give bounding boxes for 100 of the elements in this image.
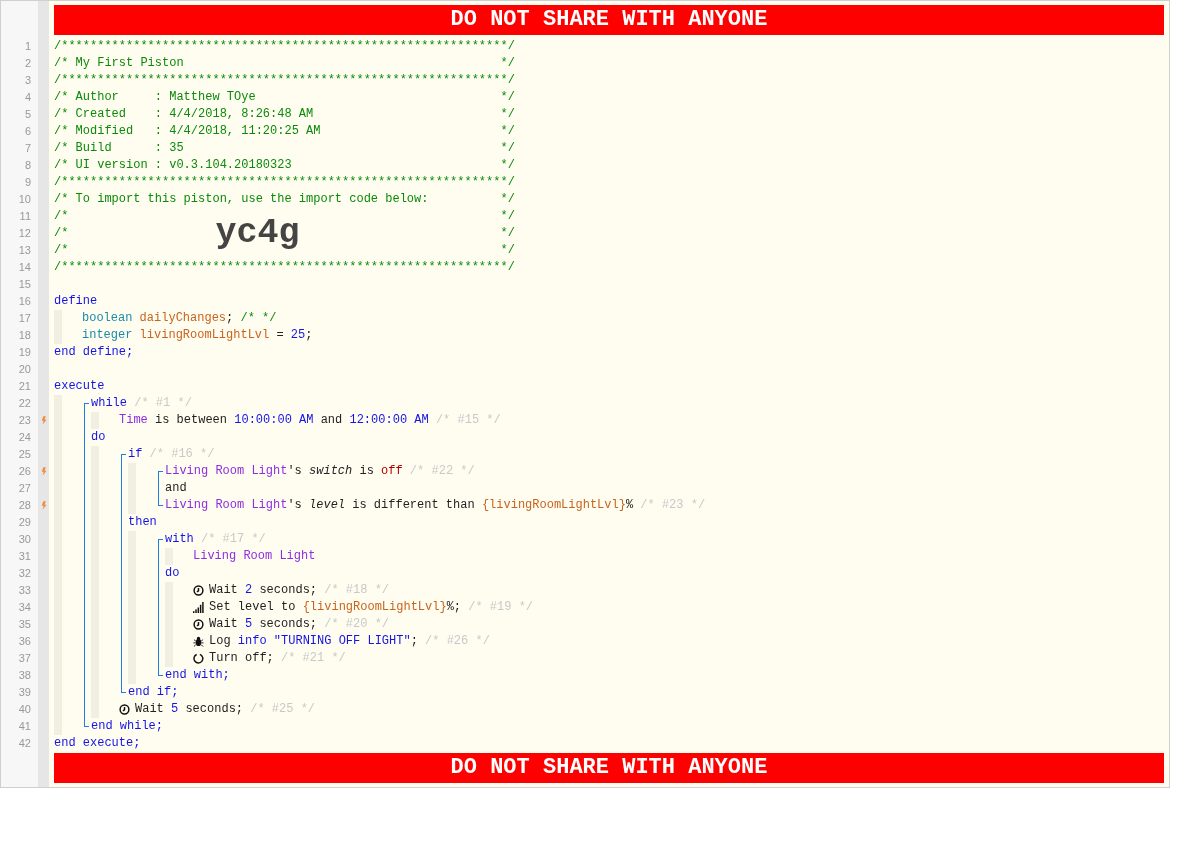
code-text: and	[319, 412, 344, 429]
comment-text: /* */	[239, 310, 277, 327]
keyword: execute	[54, 378, 105, 395]
line-number: 35	[18, 617, 31, 632]
comment-text: */	[500, 89, 515, 106]
line-number: 29	[18, 515, 31, 530]
line-number: 34	[18, 600, 31, 615]
code-text: Wait	[209, 582, 239, 599]
block-bracket	[158, 471, 163, 506]
line-number: 26	[18, 464, 31, 479]
keyword: do	[91, 429, 106, 446]
line-number: 9	[24, 175, 31, 190]
line-number: 37	[18, 651, 31, 666]
code-text: %	[625, 497, 634, 514]
keyword: do	[165, 565, 180, 582]
line-number: 10	[18, 192, 31, 207]
value-text: 12:00:00 AM	[349, 412, 429, 429]
comment-text: /* My First Piston	[54, 55, 184, 72]
line-number: 41	[18, 719, 31, 734]
line-number: 5	[24, 107, 31, 122]
line-number: 20	[18, 362, 31, 377]
comment-text: /*	[54, 242, 69, 259]
line-number: 1	[24, 39, 31, 54]
line-number: 28	[18, 498, 31, 513]
line-number: 19	[18, 345, 31, 360]
line-number: 31	[18, 549, 31, 564]
type-keyword: integer	[82, 327, 133, 344]
code-text: is	[358, 463, 375, 480]
line-number: 13	[18, 243, 31, 258]
signal-bars-icon	[193, 602, 204, 613]
code-text: and	[165, 480, 187, 497]
clock-icon	[193, 619, 204, 630]
variable-name: dailyChanges	[138, 310, 227, 327]
comment-text: */	[500, 208, 515, 225]
code-text: is between	[154, 412, 229, 429]
line-number: 30	[18, 532, 31, 547]
line-number: 17	[18, 311, 31, 326]
code-text: seconds;	[258, 582, 318, 599]
keyword: info	[237, 633, 267, 650]
value-text: 25	[290, 327, 306, 344]
line-number: 33	[18, 583, 31, 598]
code-text: 's	[287, 463, 303, 480]
code-text: Set level to	[209, 599, 297, 616]
import-code: yc4g	[215, 216, 300, 251]
keyword: end with;	[165, 667, 230, 684]
line-number: 39	[18, 685, 31, 700]
comment-text: /* Author : Matthew TOye	[54, 89, 256, 106]
keyword: end execute;	[54, 735, 141, 752]
code-text: Turn off;	[209, 650, 274, 667]
comment-text: /**************************************************************/	[54, 38, 515, 55]
keyword: end define;	[54, 344, 134, 361]
comment-text: /**************************************************************/	[54, 174, 515, 191]
line-number: 24	[18, 430, 31, 445]
bug-icon	[193, 636, 204, 647]
comment-text: /* UI version : v0.3.104.20180323	[54, 157, 292, 174]
variable-name: {livingRoomLightLvl}	[302, 599, 447, 616]
code-text: seconds;	[184, 701, 244, 718]
comment-text: */	[500, 140, 515, 157]
device-name: Living Room Light	[165, 497, 288, 514]
keyword: end if;	[128, 684, 179, 701]
code-text: %;	[446, 599, 462, 616]
comment-text: */	[500, 191, 515, 208]
line-number: 38	[18, 668, 31, 683]
power-icon	[193, 653, 204, 664]
line-number: 8	[24, 158, 31, 173]
line-number: 15	[18, 277, 31, 292]
line-number: 18	[18, 328, 31, 343]
code-text: 's	[287, 497, 303, 514]
line-number: 3	[24, 73, 31, 88]
code-text: Wait	[209, 616, 239, 633]
line-number: 25	[18, 447, 31, 462]
value-text: 5	[171, 701, 179, 718]
device-name: Time	[119, 412, 148, 429]
comment-text: */	[500, 55, 515, 72]
line-number: 7	[24, 141, 31, 156]
line-number: 11	[19, 209, 31, 224]
device-name: Living Room Light	[165, 463, 288, 480]
line-number: 32	[18, 566, 31, 581]
value-text: "TURNING OFF LIGHT"	[272, 633, 411, 650]
comment-text: */	[500, 157, 515, 174]
keyword: with	[165, 531, 194, 548]
code-text: ;	[226, 310, 234, 327]
clock-icon	[193, 585, 204, 596]
keyword: while	[91, 395, 127, 412]
line-number: 4	[24, 90, 31, 105]
warning-banner: DO NOT SHARE WITH ANYONE	[54, 5, 1164, 35]
line-number: 22	[18, 396, 31, 411]
type-keyword: boolean	[82, 310, 133, 327]
comment-text: /*	[54, 208, 69, 225]
comment-text: */	[500, 225, 515, 242]
value-text: 5	[245, 616, 253, 633]
code-text: is different than	[351, 497, 476, 514]
state-value: off	[381, 463, 403, 480]
variable-name: livingRoomLightLvl	[138, 327, 270, 344]
line-number: 12	[18, 226, 31, 241]
value-text: 2	[245, 582, 253, 599]
warning-banner: DO NOT SHARE WITH ANYONE	[54, 753, 1164, 783]
device-name: Living Room Light	[193, 548, 316, 565]
comment-text: */	[500, 123, 515, 140]
comment-text: /* To import this piston, use the import code below:	[54, 191, 429, 208]
